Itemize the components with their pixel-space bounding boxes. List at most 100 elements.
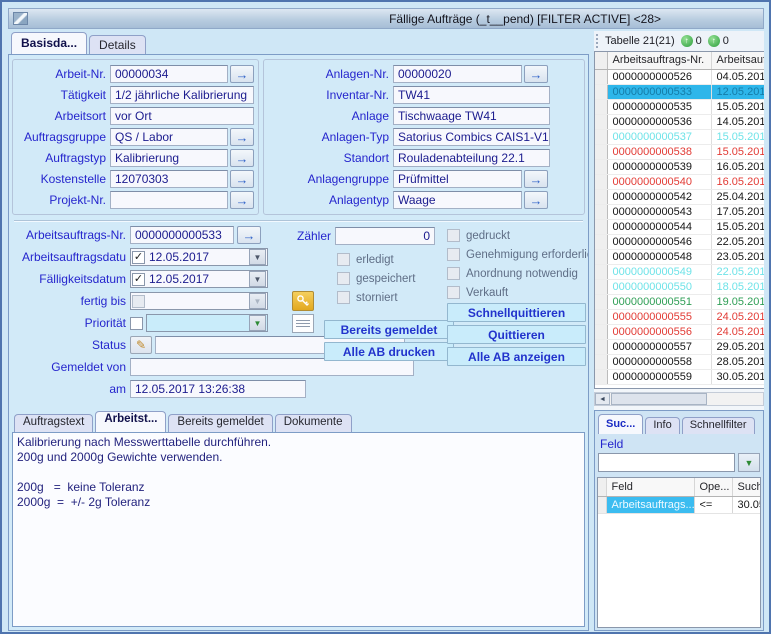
tab-info[interactable]: Info [645, 417, 679, 434]
table-row[interactable]: 000000000053916.05.2017 [595, 159, 764, 174]
taetigkeit-field[interactable]: 1/2 jährliche Kalibrierung [110, 86, 254, 104]
auftragstyp-lookup-button[interactable]: → [230, 149, 254, 167]
row-selector[interactable] [595, 114, 607, 129]
calendar-dropdown-button[interactable]: ▼ [249, 293, 266, 309]
quittieren-button[interactable]: Quittieren [447, 325, 586, 344]
row-selector[interactable] [595, 69, 607, 84]
row-selector[interactable] [595, 144, 607, 159]
column-header[interactable]: Ope... [694, 478, 732, 496]
row-selector[interactable] [595, 189, 607, 204]
table-row[interactable]: 000000000054415.05.2017 [595, 219, 764, 234]
projekt-nr-lookup-button[interactable]: → [230, 191, 254, 209]
row-selector[interactable] [595, 159, 607, 174]
tab-basisdaten[interactable]: Basisda... [11, 32, 87, 54]
anlagentyp-lookup-button[interactable]: → [524, 191, 548, 209]
priority-dropdown-button[interactable]: ▼ [249, 315, 266, 331]
table-row[interactable]: 000000000054317.05.2017 [595, 204, 764, 219]
row-selector[interactable] [595, 294, 607, 309]
row-selector[interactable] [595, 354, 607, 369]
green-up-indicator-icon[interactable]: ↑ [681, 35, 693, 47]
priority-checkbox[interactable] [130, 317, 143, 330]
scrollbar-thumb[interactable] [611, 393, 707, 405]
kostenstelle-field[interactable]: 12070303 [110, 170, 228, 188]
table-row[interactable]: 000000000053515.05.2017 [595, 99, 764, 114]
schnellquittieren-button[interactable]: Schnellquittieren [447, 303, 586, 322]
anlagengruppe-field[interactable]: Prüfmittel [393, 170, 522, 188]
kostenstelle-lookup-button[interactable]: → [230, 170, 254, 188]
tab-details[interactable]: Details [89, 35, 146, 54]
calendar-dropdown-button[interactable]: ▼ [249, 271, 266, 287]
alle-ab-drucken-button[interactable]: Alle AB drucken [324, 342, 454, 361]
table-row[interactable]: 000000000055828.05.2017 [595, 354, 764, 369]
table-row[interactable]: 000000000055624.05.2017 [595, 324, 764, 339]
green-up-indicator-icon[interactable]: ↑ [708, 35, 720, 47]
anlagen-nr-field[interactable]: 00000020 [393, 65, 522, 83]
row-selector[interactable] [595, 324, 607, 339]
row-selector[interactable] [595, 279, 607, 294]
table-row[interactable]: 000000000053614.05.2017 [595, 114, 764, 129]
anlage-field[interactable]: Tischwaage TW41 [393, 107, 550, 125]
row-selector[interactable] [595, 174, 607, 189]
arbeitsauftrags-nr-field[interactable]: 0000000000533 [130, 226, 234, 244]
arbeitsauftragsdatum-value[interactable]: 12.05.2017 [146, 250, 249, 264]
faelligkeitsdatum-value[interactable]: 12.05.2017 [146, 272, 249, 286]
row-selector[interactable] [595, 204, 607, 219]
arbeitstext-textarea[interactable]: Kalibrierung nach Messwerttabelle durchf… [12, 432, 585, 627]
row-selector[interactable] [595, 249, 607, 264]
date-checkbox[interactable]: ✓ [132, 251, 145, 264]
row-selector[interactable] [595, 339, 607, 354]
horizontal-scrollbar[interactable]: ◄ [594, 392, 764, 406]
auftragsgruppe-field[interactable]: QS / Labor [110, 128, 228, 146]
zaehler-field[interactable]: 0 [335, 227, 435, 245]
feld-dropdown-button[interactable]: ▼ [738, 453, 760, 472]
table-row[interactable]: 000000000054016.05.2017 [595, 174, 764, 189]
column-header[interactable]: Suchw... [732, 478, 761, 496]
table-row[interactable]: 000000000053815.05.2017 [595, 144, 764, 159]
tab-arbeitstext[interactable]: Arbeitst... [95, 411, 166, 432]
toolbar-grip[interactable] [596, 34, 600, 48]
table-row[interactable]: 000000000055729.05.2017 [595, 339, 764, 354]
row-selector[interactable] [595, 99, 607, 114]
tab-auftragstext[interactable]: Auftragstext [14, 414, 93, 432]
table-row[interactable]: 000000000054922.05.2017 [595, 264, 764, 279]
table-row[interactable]: 000000000052604.05.2017 [595, 69, 764, 84]
standort-field[interactable]: Rouladenabteilung 22.1 [393, 149, 550, 167]
filter-row[interactable]: Arbeitsauftrags... <= 30.05.2017 [598, 496, 761, 513]
table-row[interactable]: 000000000054622.05.2017 [595, 234, 764, 249]
scroll-left-button[interactable]: ◄ [595, 393, 610, 405]
date-checkbox[interactable]: ✓ [132, 273, 145, 286]
row-selector[interactable] [595, 264, 607, 279]
row-selector[interactable] [598, 496, 606, 513]
gemeldet-am-field[interactable]: 12.05.2017 13:26:38 [130, 380, 306, 398]
table-row[interactable]: 000000000055524.05.2017 [595, 309, 764, 324]
row-selector[interactable] [595, 234, 607, 249]
tab-schnellfilter[interactable]: Schnellfilter [682, 417, 755, 434]
feld-input[interactable] [598, 453, 735, 472]
row-selector[interactable] [595, 219, 607, 234]
table-row[interactable]: 000000000053715.05.2017 [595, 129, 764, 144]
auftragstyp-field[interactable]: Kalibrierung [110, 149, 228, 167]
anlagengruppe-lookup-button[interactable]: → [524, 170, 548, 188]
arbeitsort-field[interactable]: vor Ort [110, 107, 254, 125]
arbeit-nr-field[interactable]: 00000034 [110, 65, 228, 83]
arbeit-nr-lookup-button[interactable]: → [230, 65, 254, 83]
table-row[interactable]: 000000000054225.04.2017 [595, 189, 764, 204]
table-row[interactable]: 000000000055930.05.2017 [595, 369, 764, 384]
inventar-nr-field[interactable]: TW41 [393, 86, 550, 104]
row-selector[interactable] [595, 309, 607, 324]
column-header[interactable]: Arbeitsauftrags-Nr. [607, 52, 711, 69]
table-row[interactable]: 000000000054823.05.2017 [595, 249, 764, 264]
calendar-dropdown-button[interactable]: ▼ [249, 249, 266, 265]
row-selector[interactable] [595, 369, 607, 384]
anlagentyp-field[interactable]: Waage [393, 191, 522, 209]
alle-ab-anzeigen-button[interactable]: Alle AB anzeigen [447, 347, 586, 366]
row-selector[interactable] [595, 84, 607, 99]
tab-suche[interactable]: Suc... [598, 414, 643, 434]
table-row[interactable]: 000000000053312.05.2017 [595, 84, 764, 99]
tab-bereits-gemeldet[interactable]: Bereits gemeldet [168, 414, 272, 432]
edit-status-button[interactable]: ✎ [130, 336, 152, 354]
auftragsgruppe-lookup-button[interactable]: → [230, 128, 254, 146]
row-selector[interactable] [595, 129, 607, 144]
anlagen-nr-lookup-button[interactable]: → [524, 65, 548, 83]
column-header[interactable]: Arbeitsauftr... [711, 52, 764, 69]
